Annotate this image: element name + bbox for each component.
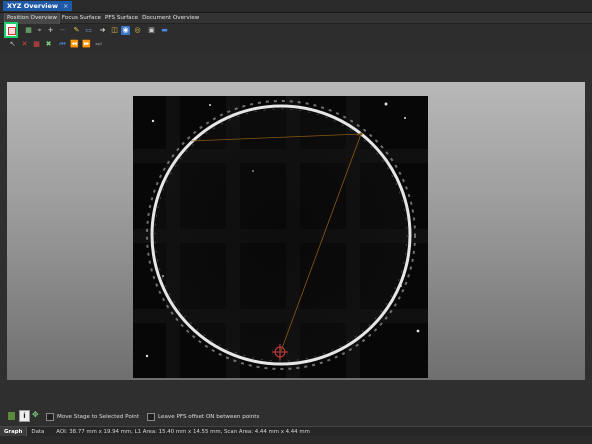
last-icon[interactable]: ⏭ — [94, 40, 103, 49]
toolbar-secondary: ↖ ✕ ▩ ✖ ⏮ ⏪ ⏩ ⏭ — [0, 38, 592, 51]
window-footer — [0, 436, 592, 444]
view-tabs: Position Overview Focus Surface PFS Surf… — [0, 13, 592, 24]
tab-pfs-surface[interactable]: PFS Surface — [103, 13, 140, 24]
add-point-icon[interactable]: + — [46, 26, 55, 35]
monitor-icon[interactable]: ▬ — [160, 26, 169, 35]
close-icon[interactable]: × — [63, 1, 68, 11]
rectangle-icon[interactable]: ▭ — [84, 26, 93, 35]
tab-focus-surface[interactable]: Focus Surface — [60, 13, 103, 24]
open-icon[interactable] — [4, 22, 18, 38]
move-stage-checkbox[interactable] — [46, 413, 54, 421]
next-icon[interactable]: ⏩ — [82, 40, 91, 49]
window-title: XYZ Overview — [7, 2, 58, 10]
overview-image[interactable] — [133, 96, 428, 378]
info-icon[interactable]: i — [19, 410, 30, 422]
path-point — [359, 132, 363, 136]
title-bar: XYZ Overview × — [0, 0, 592, 13]
previous-icon[interactable]: ⏪ — [70, 40, 79, 49]
stage-options: Move Stage to Selected Point Leave PFS o… — [46, 412, 259, 422]
minus-icon[interactable]: − — [58, 26, 67, 35]
leave-pfs-checkbox[interactable] — [147, 413, 156, 421]
window-tab[interactable]: XYZ Overview × — [3, 1, 73, 11]
grid-select-icon[interactable]: ▩ — [32, 40, 41, 49]
delete-icon[interactable]: ✕ — [20, 40, 29, 49]
first-icon[interactable]: ⏮ — [58, 40, 67, 49]
globe-icon[interactable]: ◎ — [133, 26, 142, 35]
canvas-margin — [0, 51, 592, 82]
camera-icon[interactable]: ◫ — [110, 26, 119, 35]
pointer-icon[interactable]: ↖ — [8, 40, 17, 49]
eye-icon[interactable]: ◉ — [121, 26, 130, 35]
folder-icon[interactable] — [8, 412, 15, 420]
sample-scan-svg — [133, 96, 428, 378]
toolbar-primary: ▦ ⌖ + − ✎ ▭ ➜ ◫ ◉ ◎ ▣ ▬ — [0, 24, 592, 38]
move-icon[interactable]: ✥ — [32, 410, 39, 419]
crosshair-icon[interactable]: ⌖ — [35, 26, 44, 35]
arrow-right-icon[interactable]: ➜ — [98, 26, 107, 35]
pen-icon[interactable]: ✎ — [72, 26, 81, 35]
image-icon[interactable]: ▣ — [147, 26, 156, 35]
leave-pfs-label: Leave PFS offset ON between points — [158, 414, 260, 420]
sample-well-ring — [150, 104, 412, 366]
cross-icon[interactable]: ✖ — [44, 40, 53, 49]
area-readout: AOI: 38.77 mm x 19.94 mm, L1 Area: 15.40… — [56, 429, 310, 435]
move-stage-label: Move Stage to Selected Point — [57, 414, 140, 420]
grid-icon[interactable]: ▦ — [24, 26, 33, 35]
tab-document-overview[interactable]: Document Overview — [140, 13, 201, 24]
